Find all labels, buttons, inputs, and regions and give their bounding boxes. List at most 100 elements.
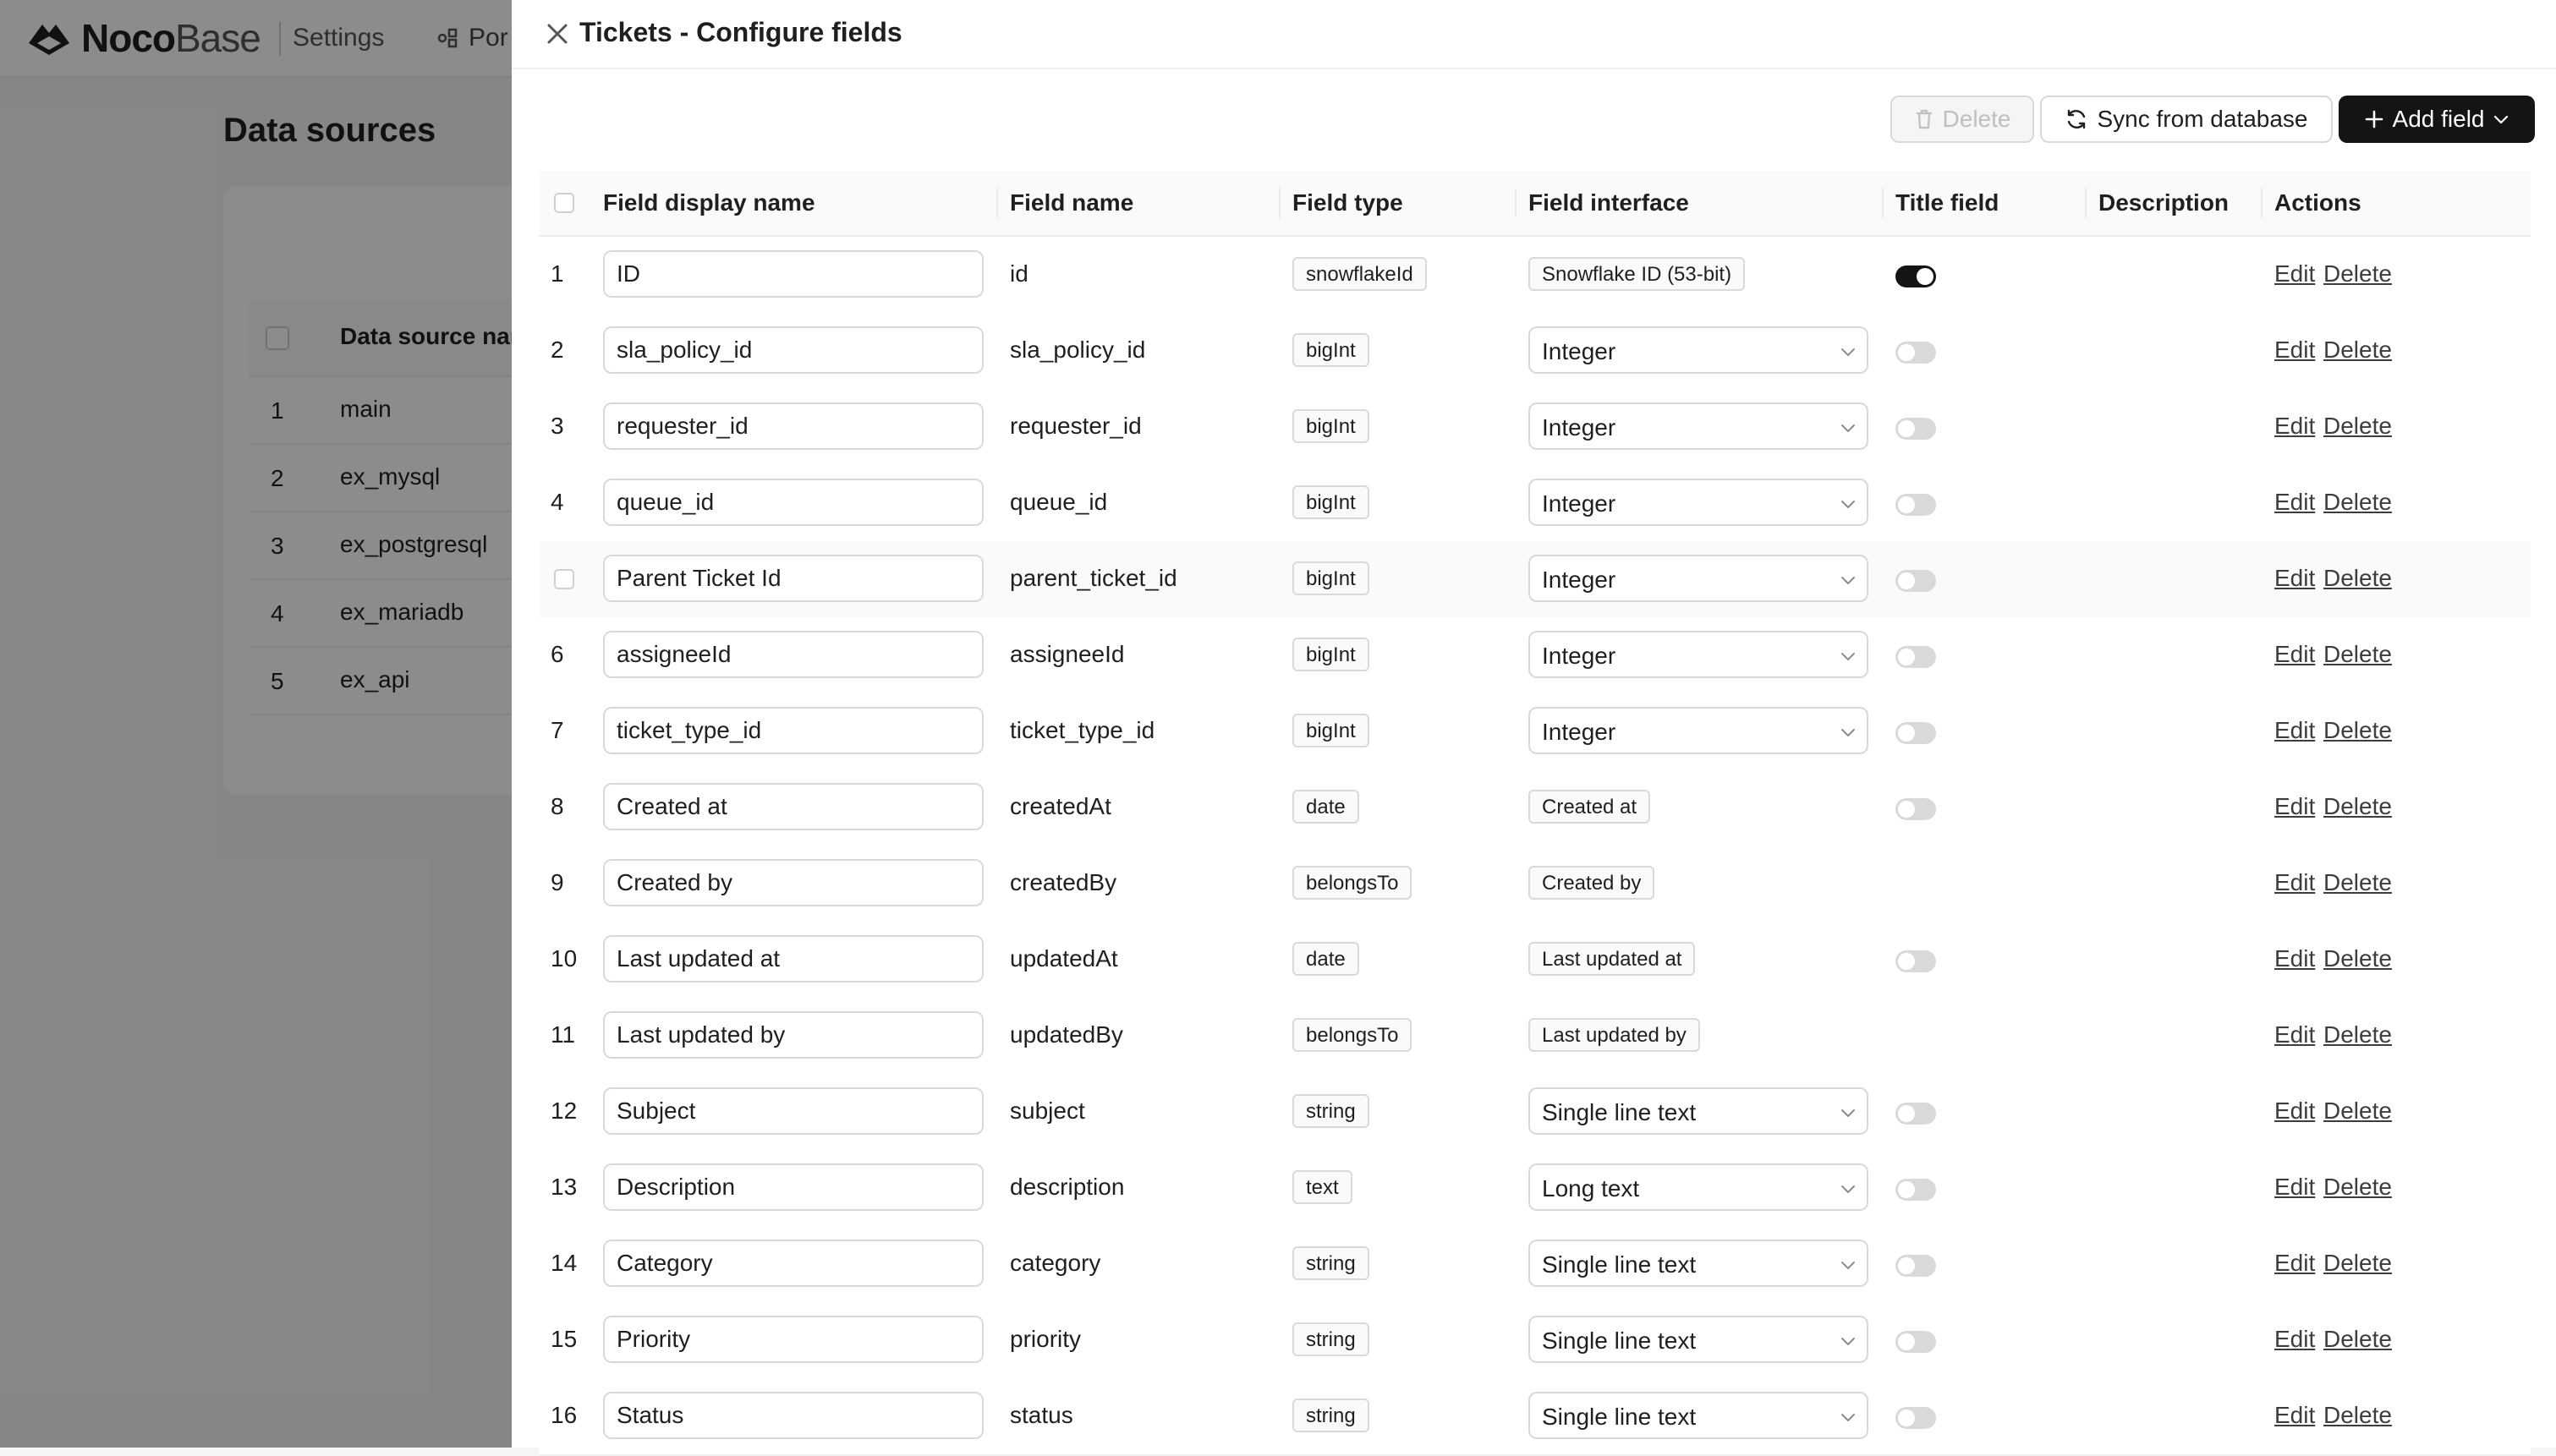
field-display-name-input[interactable]	[603, 1240, 984, 1287]
field-display-name-input[interactable]	[603, 1316, 984, 1363]
delete-link[interactable]: Delete	[2323, 565, 2392, 592]
toggle-knob	[1898, 572, 1915, 589]
delete-link[interactable]: Delete	[2323, 1326, 2392, 1353]
edit-link[interactable]: Edit	[2274, 1402, 2315, 1429]
field-display-name-input[interactable]	[603, 1392, 984, 1439]
field-row[interactable]: 12 subject string Single line text Edit Delet…	[539, 1074, 2531, 1152]
field-row[interactable]: 1 id snowflakeId Snowflake ID (53-bit) Edit D…	[539, 237, 2531, 315]
title-field-toggle[interactable]	[1895, 570, 1936, 592]
delete-link[interactable]: Delete	[2323, 1250, 2392, 1277]
field-interface-select[interactable]: Integer	[1528, 631, 1868, 678]
field-display-name-input[interactable]	[603, 783, 984, 830]
field-row[interactable]: 8 createdAt date Created at Edit Delete	[539, 769, 2531, 847]
field-interface-select[interactable]: Long text	[1528, 1163, 1868, 1211]
field-display-name-input[interactable]	[603, 707, 984, 754]
field-interface-select[interactable]: Integer	[1528, 326, 1868, 374]
field-display-name-input[interactable]	[603, 859, 984, 906]
title-field-toggle[interactable]	[1895, 798, 1936, 820]
edit-link[interactable]: Edit	[2274, 945, 2315, 972]
title-field-toggle[interactable]	[1895, 265, 1936, 287]
field-interface-select[interactable]: Single line text	[1528, 1316, 1868, 1363]
delete-link[interactable]: Delete	[2323, 1402, 2392, 1429]
delete-link[interactable]: Delete	[2323, 793, 2392, 820]
field-row[interactable]: 11 updatedBy belongsTo Last updated by Edit D…	[539, 998, 2531, 1076]
title-field-toggle[interactable]	[1895, 722, 1936, 744]
delete-link[interactable]: Delete	[2323, 489, 2392, 516]
edit-link[interactable]: Edit	[2274, 1021, 2315, 1048]
field-row[interactable]: 14 category string Single line text Edit Dele…	[539, 1226, 2531, 1304]
field-row[interactable]: 6 assigneeId bigInt Integer Edit Delete	[539, 617, 2531, 695]
close-button[interactable]	[542, 19, 573, 49]
edit-link[interactable]: Edit	[2274, 260, 2315, 287]
edit-link[interactable]: Edit	[2274, 1326, 2315, 1353]
edit-link[interactable]: Edit	[2274, 641, 2315, 668]
field-name: createdBy	[1010, 869, 1117, 895]
delete-link[interactable]: Delete	[2323, 413, 2392, 440]
trash-icon	[1916, 109, 1932, 129]
title-field-toggle[interactable]	[1895, 418, 1936, 440]
title-field-toggle[interactable]	[1895, 1255, 1936, 1277]
field-display-name-input[interactable]	[603, 479, 984, 526]
field-interface-select[interactable]: Integer	[1528, 707, 1868, 754]
field-display-name-input[interactable]	[603, 631, 984, 678]
field-display-name-input[interactable]	[603, 250, 984, 298]
field-row[interactable]: 16 status string Single line text Edit Delete	[539, 1378, 2531, 1456]
sync-from-database-button[interactable]: Sync from database	[2040, 96, 2333, 143]
delete-link[interactable]: Delete	[2323, 641, 2392, 668]
delete-link[interactable]: Delete	[2323, 717, 2392, 744]
field-interface-tag: Snowflake ID (53-bit)	[1528, 257, 1746, 291]
edit-link[interactable]: Edit	[2274, 1250, 2315, 1277]
edit-link[interactable]: Edit	[2274, 565, 2315, 592]
bulk-delete-button[interactable]: Delete	[1890, 96, 2034, 143]
delete-link[interactable]: Delete	[2323, 260, 2392, 287]
title-field-toggle[interactable]	[1895, 950, 1936, 972]
delete-link[interactable]: Delete	[2323, 1021, 2392, 1048]
title-field-toggle[interactable]	[1895, 1331, 1936, 1353]
field-display-name-input[interactable]	[603, 326, 984, 374]
delete-link[interactable]: Delete	[2323, 337, 2392, 364]
field-display-name-input[interactable]	[603, 555, 984, 602]
field-row[interactable]: 7 ticket_type_id bigInt Integer Edit Delete	[539, 693, 2531, 771]
field-display-name-input[interactable]	[603, 1087, 984, 1135]
title-field-toggle[interactable]	[1895, 646, 1936, 668]
field-row[interactable]: 4 queue_id bigInt Integer Edit Delete	[539, 465, 2531, 543]
field-row[interactable]: 15 priority string Single line text Edit Dele…	[539, 1302, 2531, 1380]
field-interface-select[interactable]: Integer	[1528, 479, 1868, 526]
edit-link[interactable]: Edit	[2274, 337, 2315, 364]
field-row[interactable]: 3 requester_id bigInt Integer Edit Delete	[539, 389, 2531, 467]
field-interface-select[interactable]: Integer	[1528, 555, 1868, 602]
delete-link[interactable]: Delete	[2323, 1097, 2392, 1125]
field-display-name-input[interactable]	[603, 1163, 984, 1211]
title-field-toggle[interactable]	[1895, 494, 1936, 516]
row-select-checkbox[interactable]	[554, 569, 574, 589]
edit-link[interactable]: Edit	[2274, 869, 2315, 896]
field-display-name-input[interactable]	[603, 935, 984, 983]
edit-link[interactable]: Edit	[2274, 489, 2315, 516]
title-field-toggle[interactable]	[1895, 1179, 1936, 1201]
field-interface-select[interactable]: Single line text	[1528, 1087, 1868, 1135]
title-field-toggle[interactable]	[1895, 1103, 1936, 1125]
field-interface-select[interactable]: Integer	[1528, 402, 1868, 450]
delete-link[interactable]: Delete	[2323, 869, 2392, 896]
title-field-toggle[interactable]	[1895, 342, 1936, 364]
edit-link[interactable]: Edit	[2274, 1174, 2315, 1201]
field-row[interactable]: 13 description text Long text Edit Delete	[539, 1150, 2531, 1228]
select-all-checkbox[interactable]	[554, 193, 574, 213]
field-name: parent_ticket_id	[1010, 565, 1177, 591]
edit-link[interactable]: Edit	[2274, 793, 2315, 820]
delete-link[interactable]: Delete	[2323, 1174, 2392, 1201]
add-field-button[interactable]: Add field	[2339, 96, 2535, 143]
field-row[interactable]: 2 sla_policy_id bigInt Integer Edit Delete	[539, 313, 2531, 391]
delete-link[interactable]: Delete	[2323, 945, 2392, 972]
field-interface-select[interactable]: Single line text	[1528, 1392, 1868, 1439]
field-row[interactable]: parent_ticket_id bigInt Integer Edit Delete	[539, 541, 2531, 619]
field-display-name-input[interactable]	[603, 1011, 984, 1059]
field-interface-select[interactable]: Single line text	[1528, 1240, 1868, 1287]
field-display-name-input[interactable]	[603, 402, 984, 450]
edit-link[interactable]: Edit	[2274, 413, 2315, 440]
field-row[interactable]: 9 createdBy belongsTo Created by Edit Delete	[539, 846, 2531, 923]
edit-link[interactable]: Edit	[2274, 1097, 2315, 1125]
title-field-toggle[interactable]	[1895, 1407, 1936, 1429]
field-row[interactable]: 10 updatedAt date Last updated at Edit Delete	[539, 922, 2531, 999]
edit-link[interactable]: Edit	[2274, 717, 2315, 744]
